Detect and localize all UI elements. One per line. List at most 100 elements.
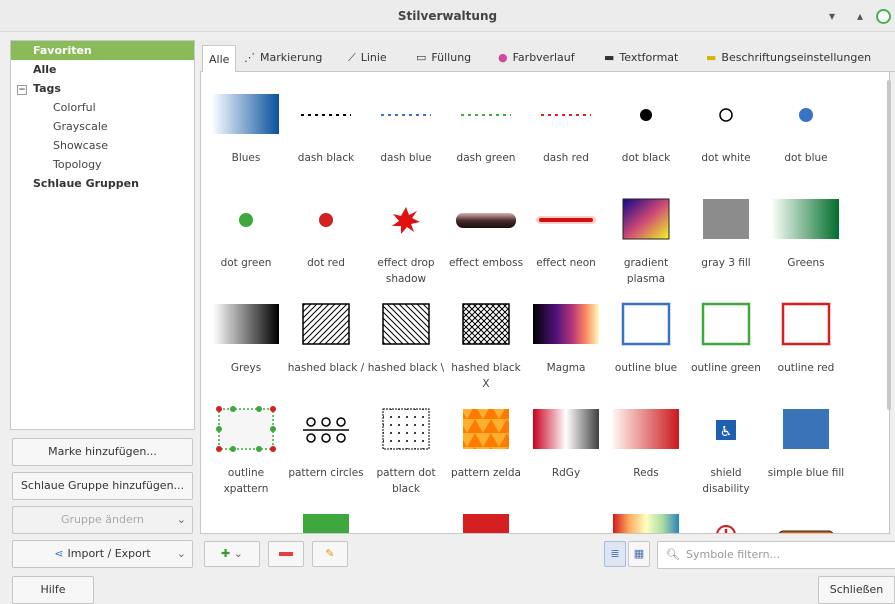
symbol-item[interactable]: effect drop shadow xyxy=(366,195,446,291)
symbol-preview xyxy=(301,114,351,116)
symbol-preview xyxy=(381,114,431,116)
symbol-label: gray 3 fill xyxy=(701,257,751,269)
tab-color-ramp[interactable]: ● Farbverlauf xyxy=(498,44,575,72)
add-tag-button[interactable]: Marke hinzufügen... xyxy=(12,438,193,466)
symbol-grid[interactable]: Blues dash black dash blue dash green dash r… xyxy=(200,72,890,534)
add-symbol-button[interactable]: ✚ ⌄ xyxy=(204,541,260,567)
symbol-item[interactable]: dash red xyxy=(526,90,606,186)
tab-marker[interactable]: ⋰ Markierung xyxy=(244,44,322,72)
symbol-item[interactable]: Greys xyxy=(206,300,286,396)
tree-item-grayscale[interactable]: Grayscale xyxy=(11,117,194,136)
text-format-icon: ▬ xyxy=(604,51,615,64)
symbol-item[interactable]: outline red xyxy=(766,300,846,396)
grid-scrollbar[interactable] xyxy=(887,80,891,410)
maximize-icon[interactable]: ▴ xyxy=(852,8,868,24)
symbol-item[interactable]: dot blue xyxy=(766,90,846,186)
symbol-preview xyxy=(463,409,509,449)
symbol-item[interactable] xyxy=(686,510,766,533)
tab-label-settings[interactable]: ▬ Beschriftungseinstellungen xyxy=(706,44,871,72)
symbol-item[interactable]: dash black xyxy=(286,90,366,186)
tab-fill[interactable]: ▭ Füllung xyxy=(416,44,471,72)
help-button[interactable]: Hilfe xyxy=(12,576,94,604)
close-icon[interactable] xyxy=(876,9,891,24)
symbol-item[interactable]: simple blue fill xyxy=(766,405,846,501)
symbol-item[interactable] xyxy=(446,510,526,533)
symbol-label: dot green xyxy=(220,257,272,269)
symbol-item[interactable]: dot green xyxy=(206,195,286,291)
symbol-item[interactable]: outline blue xyxy=(606,300,686,396)
symbol-item[interactable]: hashed black / xyxy=(286,300,366,396)
tab-all[interactable]: Alle xyxy=(202,45,237,73)
symbol-item[interactable]: outline xpattern xyxy=(206,405,286,501)
list-view-button[interactable]: ≣ xyxy=(604,541,626,567)
add-smart-group-button[interactable]: Schlaue Gruppe hinzufügen... xyxy=(12,472,193,500)
symbol-preview xyxy=(213,304,279,344)
symbol-preview xyxy=(799,108,813,122)
remove-icon xyxy=(279,552,293,556)
symbol-item[interactable]: dot white xyxy=(686,90,766,186)
symbol-label: pattern zelda xyxy=(451,467,521,479)
tab-line-label: Linie xyxy=(360,51,387,64)
symbol-item[interactable]: Greens xyxy=(766,195,846,291)
symbol-item[interactable]: effect neon xyxy=(526,195,606,291)
symbol-preview xyxy=(462,303,510,345)
tree-item-colorful[interactable]: Colorful xyxy=(11,98,194,117)
symbol-preview xyxy=(778,530,834,533)
symbol-item[interactable] xyxy=(206,510,286,533)
tree-item-smart-groups[interactable]: Schlaue Gruppen xyxy=(11,174,194,193)
edit-symbol-button[interactable]: ✎ xyxy=(312,541,348,567)
symbol-item[interactable]: gray 3 fill xyxy=(686,195,766,291)
symbol-label: pattern circles xyxy=(288,467,364,479)
tree-item-showcase[interactable]: Showcase xyxy=(11,136,194,155)
tree-item-topology[interactable]: Topology xyxy=(11,155,194,174)
symbol-label: outline red xyxy=(777,362,835,374)
marker-icon: ⋰ xyxy=(244,51,255,64)
symbol-item[interactable] xyxy=(606,510,686,533)
title-bar: Stilverwaltung ▾ ▴ xyxy=(0,0,895,32)
symbol-label: hashed black / xyxy=(287,362,365,374)
minimize-icon[interactable]: ▾ xyxy=(824,8,840,24)
symbol-item[interactable] xyxy=(526,510,606,533)
symbol-item[interactable]: Magma xyxy=(526,300,606,396)
tab-text-format[interactable]: ▬ Textformat xyxy=(604,44,678,72)
symbol-item[interactable] xyxy=(366,510,446,533)
symbol-preview xyxy=(701,302,751,346)
symbol-item[interactable]: ♿ shield disability xyxy=(686,405,766,501)
symbol-label: pattern dot black xyxy=(376,467,436,495)
symbol-item[interactable]: Blues xyxy=(206,90,286,186)
symbol-item[interactable]: RdGy xyxy=(526,405,606,501)
tree-item-tags[interactable]: − Tags xyxy=(11,79,194,98)
symbol-label: Blues xyxy=(231,152,261,164)
edit-group-button[interactable]: Gruppe ändern ⌄ xyxy=(12,506,193,534)
symbol-filter-input[interactable]: 🔍︎ Symbole filtern... xyxy=(657,541,895,569)
symbol-item[interactable]: dash green xyxy=(446,90,526,186)
symbol-item[interactable]: pattern circles xyxy=(286,405,366,501)
symbol-item[interactable]: hashed black X xyxy=(446,300,526,396)
symbol-item[interactable] xyxy=(286,510,366,533)
symbol-item[interactable]: Reds xyxy=(606,405,686,501)
symbol-type-tabs: Alle ⋰ Markierung ⟋ Linie ▭ Füllung ● Farbve… xyxy=(200,40,895,73)
symbol-item[interactable]: effect emboss xyxy=(446,195,526,291)
symbol-item[interactable]: dash blue xyxy=(366,90,446,186)
symbol-item[interactable] xyxy=(766,510,846,533)
share-icon: ⋖ xyxy=(54,547,64,560)
close-button[interactable]: Schließen xyxy=(818,576,895,604)
symbol-item[interactable]: pattern dot black xyxy=(366,405,446,501)
symbol-item[interactable]: pattern zelda xyxy=(446,405,526,501)
icon-view-button[interactable]: ▦ xyxy=(628,541,650,567)
symbol-item[interactable]: dot black xyxy=(606,90,686,186)
symbol-item[interactable]: dot red xyxy=(286,195,366,291)
symbol-item[interactable]: gradient plasma xyxy=(606,195,686,291)
collapse-icon[interactable]: − xyxy=(17,85,27,95)
remove-symbol-button[interactable] xyxy=(268,541,304,567)
tab-line[interactable]: ⟋ Linie xyxy=(348,44,387,72)
group-tree[interactable]: Favoriten Alle − Tags Colorful Grayscale … xyxy=(10,40,195,430)
chevron-down-icon: ⌄ xyxy=(176,513,186,526)
color-ramp-icon: ● xyxy=(498,51,508,64)
symbol-item[interactable]: outline green xyxy=(686,300,766,396)
tree-item-all[interactable]: Alle xyxy=(11,60,194,79)
symbol-label: hashed black X xyxy=(451,362,521,390)
tree-item-favorites[interactable]: Favoriten xyxy=(11,41,194,60)
import-export-button[interactable]: ⋖ Import / Export ⌄ xyxy=(12,540,193,568)
symbol-item[interactable]: hashed black \ xyxy=(366,300,446,396)
